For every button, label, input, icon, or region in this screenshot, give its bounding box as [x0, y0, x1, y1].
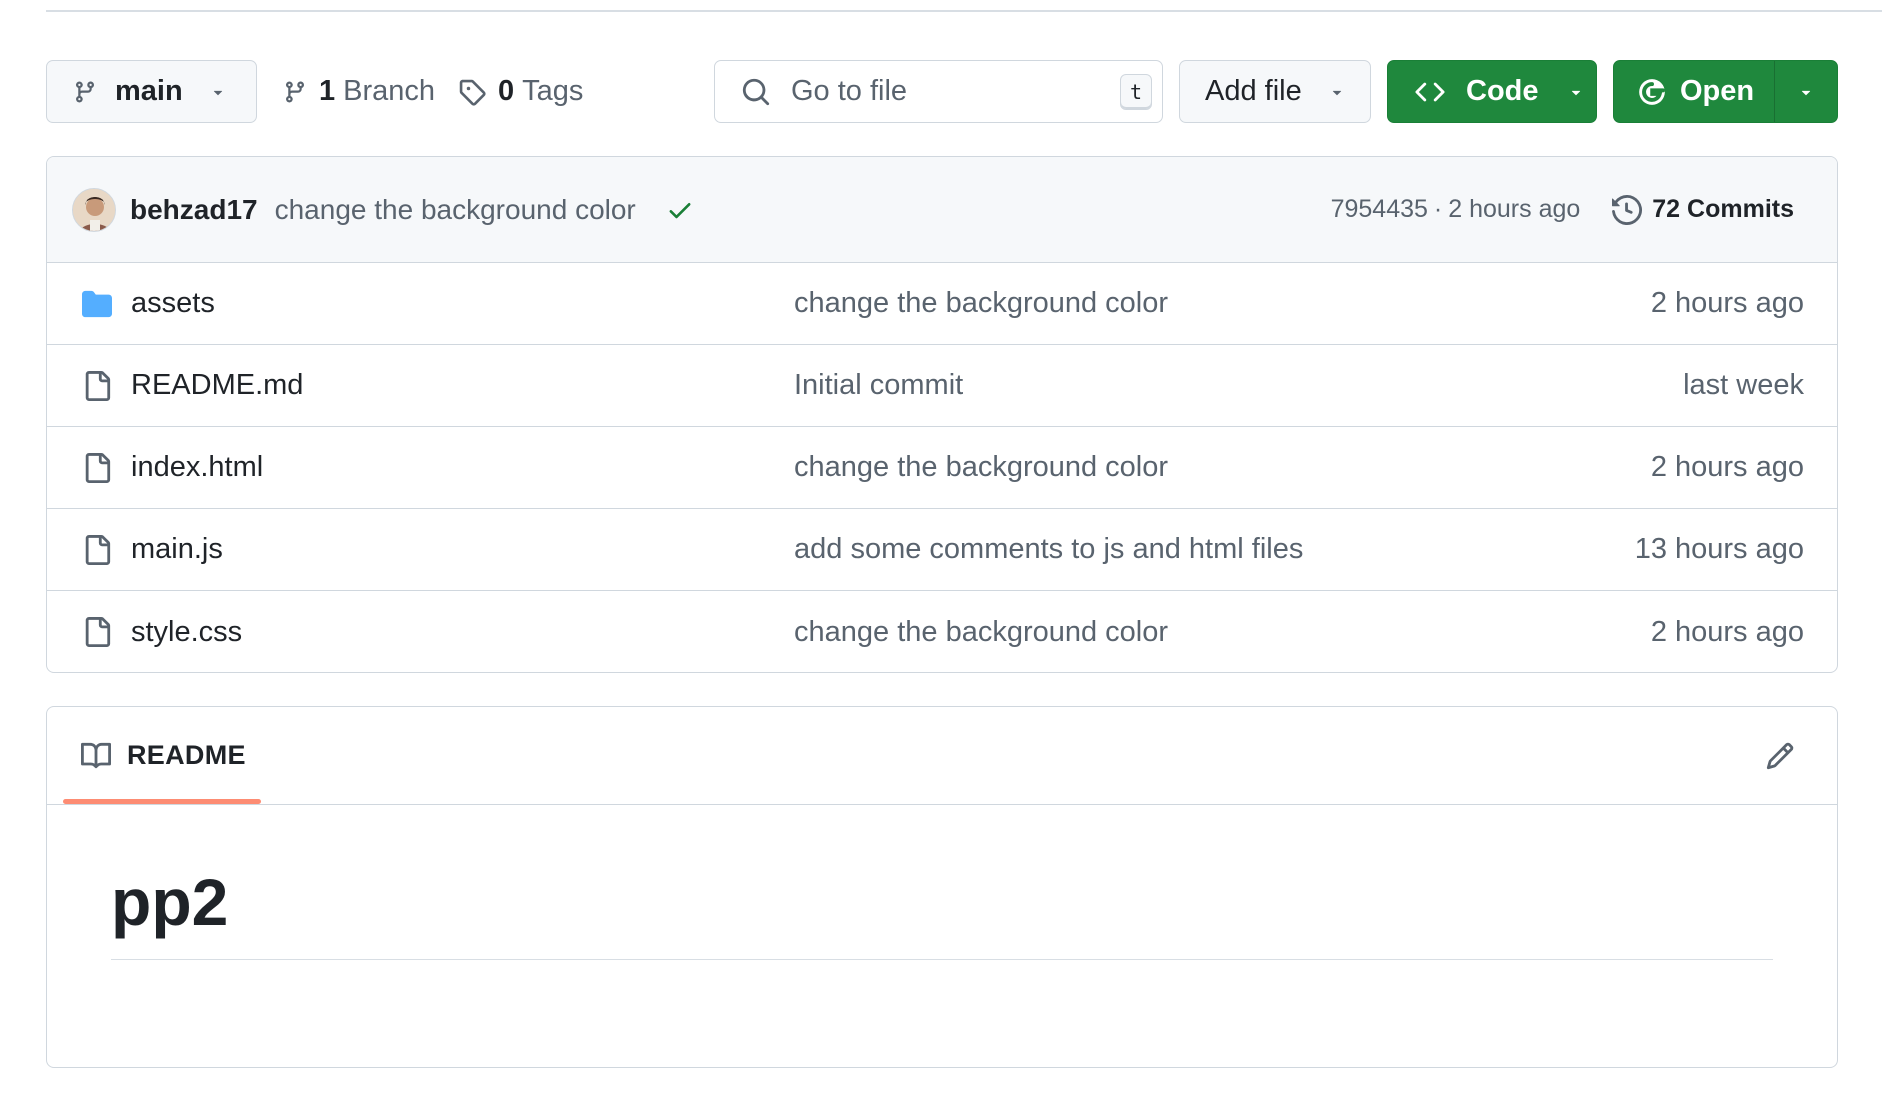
caret-down-icon — [1567, 83, 1585, 101]
file-icon — [79, 533, 115, 567]
keyboard-shortcut-hint: t — [1120, 73, 1152, 110]
add-file-label: Add file — [1205, 75, 1302, 107]
file-browser: behzad17 change the background color 795… — [46, 156, 1838, 673]
go-to-file-input[interactable]: Go to file t — [714, 60, 1163, 123]
readme-panel: README pp2 — [46, 706, 1838, 1068]
file-row-index-html[interactable]: index.html change the background color 2… — [47, 427, 1837, 509]
file-name[interactable]: style.css — [131, 616, 794, 649]
file-commit-message[interactable]: Initial commit — [794, 369, 1683, 402]
file-row-assets[interactable]: assets change the background color 2 hou… — [47, 263, 1837, 345]
avatar[interactable] — [72, 187, 116, 232]
open-button-group: Open — [1613, 60, 1838, 123]
readme-header: README — [47, 707, 1837, 805]
active-tab-underline — [63, 799, 261, 804]
folder-icon — [79, 289, 115, 319]
branch-word: Branch — [343, 75, 436, 107]
branch-count: 1 — [319, 75, 336, 107]
file-commit-time: last week — [1683, 369, 1804, 401]
commits-history-link[interactable]: 72 Commits — [1612, 194, 1794, 225]
file-commit-time: 2 hours ago — [1650, 451, 1804, 483]
separator: · — [1433, 195, 1443, 223]
tab-readme[interactable]: README — [79, 707, 246, 804]
latest-commit-bar: behzad17 change the background color 795… — [47, 157, 1837, 263]
commit-author[interactable]: behzad17 — [130, 194, 258, 226]
file-name[interactable]: assets — [131, 287, 794, 320]
branch-name: main — [115, 75, 183, 107]
code-label: Code — [1466, 75, 1539, 107]
file-row-readme[interactable]: README.md Initial commit last week — [47, 345, 1837, 427]
file-commit-time: 2 hours ago — [1650, 287, 1804, 319]
tag-word: Tags — [522, 75, 584, 107]
file-commit-time: 13 hours ago — [1634, 533, 1804, 565]
file-name[interactable]: README.md — [131, 369, 794, 402]
git-branch-icon — [283, 78, 307, 106]
commit-meta: 7954435 · 2 hours ago 72 Commits — [1331, 194, 1812, 225]
file-icon — [79, 615, 115, 649]
git-branch-icon — [73, 78, 97, 106]
tag-count: 0 — [498, 75, 515, 107]
branches-link[interactable]: 1 Branch — [283, 60, 435, 123]
file-icon — [79, 451, 115, 485]
caret-down-icon — [209, 83, 227, 101]
caret-down-icon — [1328, 83, 1346, 101]
branch-selector-button[interactable]: main — [46, 60, 257, 123]
code-button[interactable]: Code — [1387, 60, 1597, 123]
commit-hash[interactable]: 7954435 — [1331, 195, 1428, 224]
caret-down-icon — [1797, 83, 1815, 101]
tags-link[interactable]: 0 Tags — [458, 60, 583, 123]
tag-icon — [458, 78, 486, 106]
open-button[interactable]: Open — [1614, 61, 1775, 122]
readme-title: pp2 — [111, 865, 1773, 960]
file-commit-message[interactable]: change the background color — [794, 451, 1651, 484]
add-file-button[interactable]: Add file — [1179, 60, 1371, 123]
search-icon — [741, 77, 771, 107]
check-icon[interactable] — [666, 196, 694, 224]
file-commit-message[interactable]: add some comments to js and html files — [794, 533, 1635, 566]
file-row-main-js[interactable]: main.js add some comments to js and html… — [47, 509, 1837, 591]
open-app-icon — [1638, 78, 1666, 106]
readme-tab-label: README — [127, 740, 246, 770]
history-icon — [1612, 194, 1643, 225]
book-icon — [79, 741, 113, 771]
commit-time: 2 hours ago — [1448, 195, 1581, 223]
commits-count: 72 Commits — [1652, 195, 1794, 223]
code-icon — [1414, 77, 1446, 107]
file-icon — [79, 369, 115, 403]
file-commit-time: 2 hours ago — [1650, 615, 1804, 648]
open-label: Open — [1680, 75, 1755, 107]
file-name[interactable]: main.js — [131, 533, 794, 566]
file-commit-message[interactable]: change the background color — [794, 616, 1651, 649]
commit-message[interactable]: change the background color — [275, 194, 636, 226]
pencil-icon[interactable] — [1765, 741, 1795, 771]
readme-content: pp2 — [47, 805, 1837, 960]
file-row-style-css[interactable]: style.css change the background color 2 … — [47, 591, 1837, 672]
search-placeholder: Go to file — [791, 75, 908, 107]
open-dropdown-button[interactable] — [1775, 61, 1837, 122]
top-divider — [46, 10, 1882, 12]
file-commit-message[interactable]: change the background color — [794, 287, 1651, 320]
file-name[interactable]: index.html — [131, 451, 794, 484]
